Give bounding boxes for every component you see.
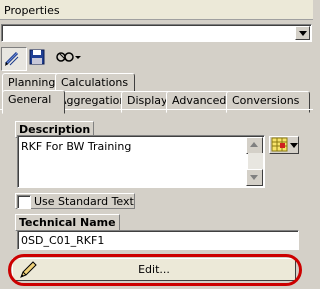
edit-button-label: Edit...: [138, 263, 170, 276]
tab-label: Aggregation: [59, 94, 127, 107]
scroll-up-button[interactable]: [246, 137, 263, 154]
use-standard-text-checkbox-row[interactable]: Use Standard Text: [15, 193, 135, 209]
panel-title: Properties: [4, 4, 60, 17]
tab-label: Display: [127, 94, 168, 107]
toolbar: [0, 45, 313, 71]
tab-label: General: [8, 93, 52, 106]
scroll-down-button[interactable]: [246, 169, 263, 186]
tools-menu-button[interactable]: [55, 47, 85, 69]
text-language-button[interactable]: [269, 136, 299, 154]
tab-label: Calculations: [61, 76, 129, 89]
tab-general[interactable]: General: [2, 90, 65, 114]
tab-label: Advanced: [172, 94, 227, 107]
technical-name-field[interactable]: 0SD_C01_RKF1: [17, 230, 299, 250]
tab-label: Conversions: [232, 94, 300, 107]
combo-dropdown-button[interactable]: [295, 26, 310, 40]
technical-name-value: 0SD_C01_RKF1: [21, 234, 105, 247]
glasses-tools-icon: [56, 52, 81, 62]
use-standard-text-label: Use Standard Text: [34, 195, 134, 208]
technical-name-label: Technical Name: [15, 214, 120, 231]
description-textarea[interactable]: RKF For BW Training: [17, 135, 265, 188]
tab-label: Planning: [8, 76, 56, 89]
description-text: RKF For BW Training: [21, 140, 132, 153]
save-button[interactable]: [27, 47, 47, 69]
chevron-down-icon: [250, 175, 258, 180]
scrollbar-track[interactable]: [248, 153, 263, 170]
chevron-down-icon: [290, 143, 298, 148]
chevron-down-icon: [299, 31, 307, 36]
floppy-disk-icon: [29, 49, 45, 65]
chevron-up-icon: [250, 142, 258, 147]
edit-mode-button[interactable]: [1, 47, 27, 71]
use-standard-text-checkbox[interactable]: [17, 195, 31, 209]
panel-title-bar: Properties: [0, 0, 313, 20]
object-select-combo[interactable]: [1, 24, 312, 42]
table-grid-icon: [271, 137, 288, 152]
edit-button[interactable]: Edit...: [12, 258, 296, 281]
pencil-edit-icon: [4, 51, 19, 66]
